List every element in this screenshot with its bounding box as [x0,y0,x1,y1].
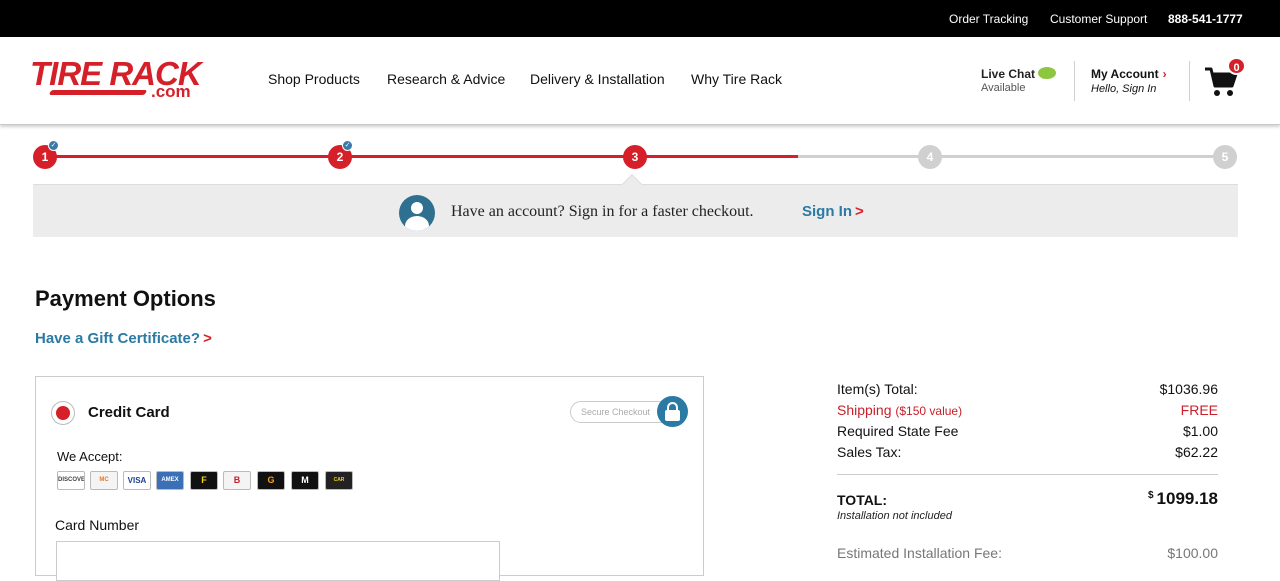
user-avatar-icon [399,195,435,231]
chevron-right-icon: > [203,330,212,347]
sign-in-link[interactable]: Sign In > [802,203,864,220]
sign-in-message: Have an account? Sign in for a faster ch… [451,203,754,220]
sales-tax-row: Sales Tax: $62.22 [837,444,1218,465]
order-tracking-link[interactable]: Order Tracking [949,12,1028,26]
step-3: 3 [623,145,647,169]
live-chat-link[interactable]: Live Chat Available [981,67,1035,94]
customer-support-link[interactable]: Customer Support [1050,12,1147,26]
visa-card-icon: VISA [123,471,151,490]
shipping-value-note: ($150 value) [895,404,963,418]
items-total-label: Item(s) Total: [837,381,918,397]
discover-card-icon: DISCOVER [57,471,85,490]
credit-card-label: Credit Card [88,404,170,421]
state-fee-value: $1.00 [1182,423,1218,439]
items-total-row: Item(s) Total: $1036.96 [837,381,1218,402]
logo-swoosh [48,90,148,95]
items-total-value: $1036.96 [1159,381,1218,397]
step-5: 5 [1213,145,1237,169]
order-summary: Item(s) Total: $1036.96 Shipping ($150 v… [837,381,1218,561]
site-header: TIRE RACK .com Shop Products Research & … [0,37,1280,125]
firestone-card-icon: F [190,471,218,490]
progress-line-remaining [798,155,1226,158]
estimated-install-value: $100.00 [1167,545,1218,561]
total-currency: $ [1147,490,1154,501]
cart-count-badge: 0 [1227,57,1246,75]
shipping-label: Shipping [837,402,892,418]
car-care-card-icon: CAR CARE [325,471,353,490]
credit-card-radio[interactable] [51,401,75,425]
page-title: Payment Options [35,286,216,311]
header-divider [1189,61,1190,101]
amex-card-icon: AMEX [156,471,184,490]
live-chat-label: Live Chat [981,67,1036,81]
sign-in-link-label: Sign In [802,203,852,220]
chevron-right-icon: › [1162,67,1167,81]
sales-tax-value: $62.22 [1175,444,1218,460]
sign-in-banner: Have an account? Sign in for a faster ch… [33,174,1238,237]
banner-pointer [622,174,642,194]
estimated-install-label: Estimated Installation Fee: [837,545,1002,561]
nav-shop-products[interactable]: Shop Products [268,71,360,87]
my-account-link[interactable]: My Account › Hello, Sign In [1091,67,1167,95]
gift-certificate-link[interactable]: Have a Gift Certificate? > [35,330,212,347]
lock-icon [657,396,688,427]
chat-bubble-icon [1038,67,1056,79]
shipping-value: FREE [1180,402,1218,418]
total-amount: 1099.18 [1156,489,1218,508]
nav-delivery-installation[interactable]: Delivery & Installation [530,71,665,87]
card-number-label: Card Number [55,517,140,533]
total-value: $1099.18 [1148,489,1218,509]
goodyear-card-icon: G [257,471,285,490]
we-accept-label: We Accept: [57,449,123,464]
installation-note: Installation not included [837,510,952,522]
sign-in-greeting: Hello, Sign In [1091,83,1157,95]
credit-card-panel: Credit Card Secure Checkout We Accept: D… [35,376,704,581]
nav-why-tire-rack[interactable]: Why Tire Rack [691,71,782,87]
card-number-input[interactable] [56,541,500,581]
chevron-right-icon: > [855,203,864,220]
check-icon: ✓ [342,140,353,151]
gift-certificate-label: Have a Gift Certificate? [35,330,201,347]
michelin-card-icon: M [291,471,319,490]
mastercard-icon: MC [90,471,118,490]
live-chat-status: Available [981,82,1026,94]
logo-dotcom-text: .com [151,82,191,101]
checkout-progress: 1 ✓ 2 ✓ 3 4 5 [33,140,1239,173]
total-label: TOTAL: [837,492,888,508]
step-4: 4 [918,145,942,169]
progress-line-complete [45,155,798,158]
shipping-row: Shipping ($150 value) FREE [837,402,1218,423]
bridgestone-card-icon: B [223,471,251,490]
utility-bar: Order Tracking Customer Support 888-541-… [0,0,1280,37]
sales-tax-label: Sales Tax: [837,444,902,460]
check-icon: ✓ [48,140,59,151]
header-divider [1074,61,1075,101]
phone-number-link[interactable]: 888-541-1777 [1168,12,1243,26]
summary-divider [837,474,1218,475]
tire-rack-logo[interactable]: TIRE RACK .com [30,55,222,103]
my-account-label: My Account [1091,67,1159,81]
nav-research-advice[interactable]: Research & Advice [387,71,505,87]
state-fee-row: Required State Fee $1.00 [837,423,1218,444]
state-fee-label: Required State Fee [837,423,959,439]
